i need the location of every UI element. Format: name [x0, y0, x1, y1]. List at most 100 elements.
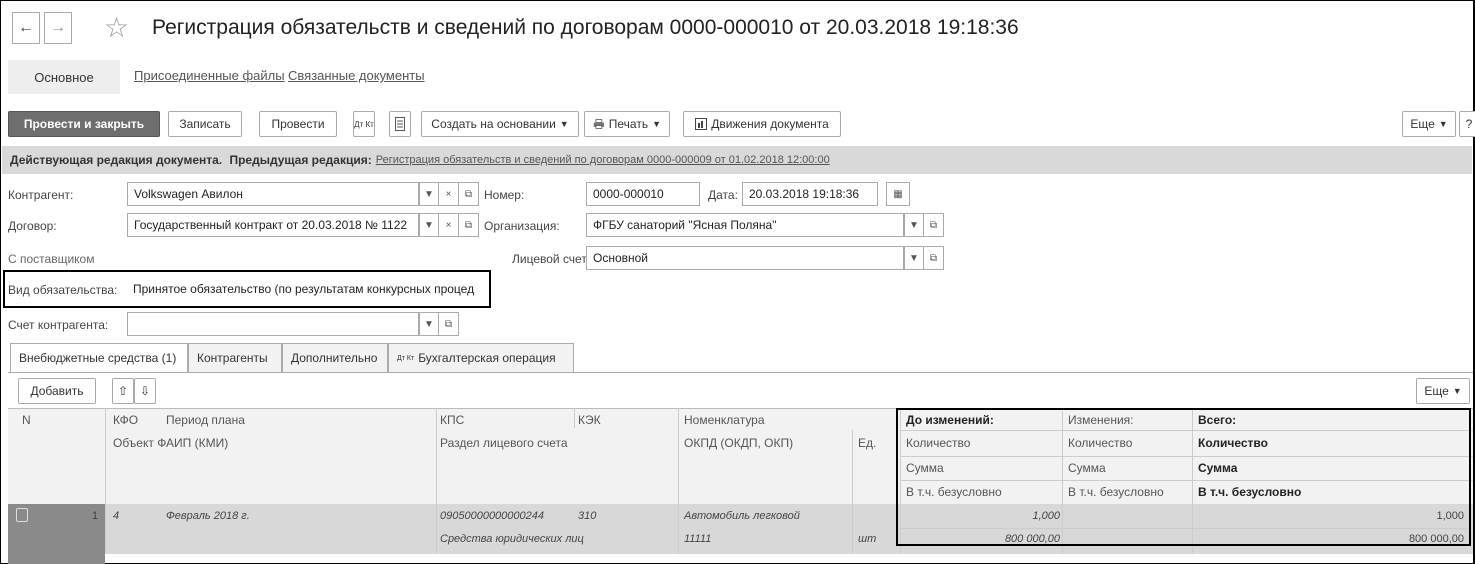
organization-field[interactable]: ФГБУ санаторий "Ясная Поляна" [586, 213, 904, 237]
header-kek[interactable]: КЭК [578, 413, 601, 427]
header-unit[interactable]: Ед. [858, 436, 876, 450]
tab-counterparties[interactable]: Контрагенты [188, 343, 282, 373]
chevron-down-icon: ▼ [1452, 386, 1462, 396]
tab-extrabudgetary[interactable]: Внебюджетные средства (1) [10, 343, 188, 373]
personal-account-field[interactable]: Основной [586, 246, 904, 270]
print-button[interactable]: Печать ▼ [584, 111, 670, 137]
forward-button[interactable]: → [44, 12, 72, 44]
counterparty-account-label: Счет контрагента: [8, 318, 109, 332]
printer-icon [593, 119, 605, 129]
table-more-button[interactable]: Еще ▼ [1416, 378, 1470, 404]
contract-field[interactable]: Государственный контракт от 20.03.2018 №… [127, 213, 419, 237]
cell-okpd: 11111 [684, 533, 712, 545]
obligation-field[interactable]: Принятое обязательство (по результатам к… [127, 277, 487, 301]
chevron-down-icon[interactable]: ▼ [419, 312, 439, 336]
favorite-star-icon[interactable]: ☆ [104, 10, 129, 46]
chevron-down-icon[interactable]: ▼ [419, 182, 439, 206]
cell-kek: 310 [578, 510, 597, 522]
more-button[interactable]: Еще ▼ [1402, 111, 1456, 137]
previous-revision-link[interactable]: Регистрация обязательств и сведений по д… [376, 154, 830, 166]
header-period[interactable]: Период плана [166, 413, 245, 427]
cell-n: 1 [92, 510, 99, 522]
date-label: Дата: [708, 188, 738, 202]
chevron-down-icon: ▼ [559, 119, 569, 129]
open-icon[interactable]: ⧉ [924, 246, 944, 270]
cell-kps: 09050000000000244 [440, 510, 545, 522]
number-field[interactable]: 0000-000010 [586, 182, 700, 206]
number-label: Номер: [484, 188, 525, 202]
movements-label: Движения документа [711, 117, 829, 131]
header-kfo[interactable]: КФО [113, 413, 138, 427]
amounts-highlight-box [896, 408, 1471, 546]
obligation-label: Вид обязательства: [8, 283, 118, 297]
current-revision-text: Действующая редакция документа. [10, 153, 223, 167]
chevron-down-icon[interactable]: ▼ [904, 246, 924, 270]
open-icon[interactable]: ⧉ [924, 213, 944, 237]
counterparty-field[interactable]: Volkswagen Авилон [127, 182, 419, 206]
header-okpd[interactable]: ОКПД (ОКДП, ОКП) [684, 436, 793, 450]
post-button[interactable]: Провести [259, 111, 337, 137]
personal-account-label: Лицевой счет: [512, 252, 591, 266]
cell-kfo: 4 [113, 510, 120, 522]
previous-revision-label: Предыдущая редакция: [229, 153, 372, 167]
header-n[interactable]: N [22, 413, 31, 427]
tab-additional[interactable]: Дополнительно [282, 343, 388, 373]
cell-section: Средства юридических лиц [440, 533, 584, 545]
back-button[interactable]: ← [12, 12, 40, 44]
header-section[interactable]: Раздел лицевого счета [440, 436, 568, 450]
open-icon[interactable]: ⧉ [459, 182, 479, 206]
dt-kt-icon: Дт Кт [397, 354, 415, 362]
cell-period: Февраль 2018 г. [166, 510, 250, 522]
report-icon[interactable] [389, 111, 411, 137]
arrow-down-icon[interactable]: ⇩ [134, 378, 156, 404]
contract-label: Договор: [8, 219, 57, 233]
more-label: Еще [1410, 117, 1435, 131]
arrow-left-icon: ← [18, 19, 34, 36]
header-kps[interactable]: КПС [440, 413, 464, 427]
save-button[interactable]: Записать [168, 111, 242, 137]
col-divider [678, 408, 679, 554]
header-object[interactable]: Объект ФАИП (КМИ) [113, 436, 228, 450]
col-divider [574, 408, 575, 428]
tab-main[interactable]: Основное [8, 60, 120, 94]
col-divider [105, 408, 106, 554]
dt-kt-icon[interactable]: Дт Кт [353, 111, 375, 137]
tab-accounting-label: Бухгалтерская операция [418, 351, 556, 365]
cell-nomenclature: Автомобиль легковой [684, 510, 800, 522]
open-icon[interactable]: ⧉ [459, 213, 479, 237]
document-movements-button[interactable]: Движения документа [683, 111, 841, 137]
organization-label: Организация: [484, 219, 560, 233]
clear-icon[interactable]: × [439, 182, 459, 206]
tab-related-documents[interactable]: Связанные документы [288, 68, 425, 83]
header-nomenclature[interactable]: Номенклатура [684, 413, 765, 427]
chevron-down-icon: ▼ [652, 119, 661, 129]
chevron-down-icon[interactable]: ▼ [904, 213, 924, 237]
supplier-label: С поставщиком [8, 252, 95, 266]
tab-attached-files[interactable]: Присоединенные файлы [134, 68, 285, 83]
chevron-down-icon[interactable]: ▼ [419, 213, 439, 237]
chevron-down-icon: ▼ [1438, 119, 1448, 129]
col-divider [436, 408, 437, 554]
print-label: Печать [608, 117, 649, 131]
add-button[interactable]: Добавить [18, 378, 96, 404]
movements-icon [695, 118, 708, 130]
tab-divider [8, 372, 1473, 373]
create-based-on-label: Создать на основании [431, 117, 556, 131]
calendar-icon[interactable]: ▦ [886, 182, 910, 206]
counterparty-label: Контрагент: [8, 188, 74, 202]
counterparty-account-field[interactable] [127, 312, 419, 336]
col-divider [852, 430, 853, 554]
arrow-right-icon: → [50, 19, 66, 36]
revision-info-bar: Действующая редакция документа. Предыдущ… [2, 146, 1472, 174]
clear-icon[interactable]: × [439, 213, 459, 237]
help-button[interactable]: ? [1459, 111, 1475, 137]
create-based-on-button[interactable]: Создать на основании ▼ [421, 111, 579, 137]
tab-accounting-operation[interactable]: Дт Кт Бухгалтерская операция [388, 343, 574, 373]
arrow-up-icon[interactable]: ⇧ [112, 378, 134, 404]
page-title: Регистрация обязательств и сведений по д… [152, 16, 1019, 39]
cell-unit: шт [858, 533, 877, 545]
post-and-close-button[interactable]: Провести и закрыть [8, 111, 160, 137]
table-more-label: Еще [1424, 384, 1449, 398]
open-icon[interactable]: ⧉ [439, 312, 459, 336]
date-field[interactable]: 20.03.2018 19:18:36 [742, 182, 878, 206]
